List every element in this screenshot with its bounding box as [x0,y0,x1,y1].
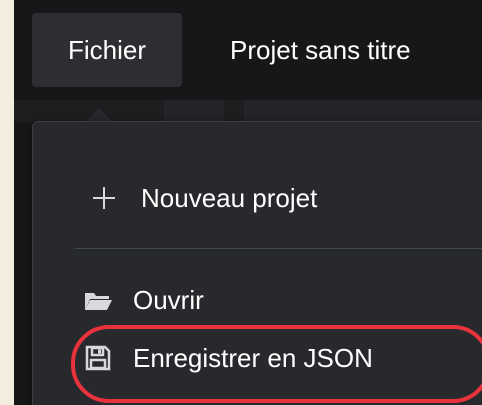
file-menu-button[interactable]: Fichier [32,13,182,87]
toolbar-segment [244,100,482,122]
menu-item-label: Nouveau projet [141,182,318,213]
dropdown-arrow [86,108,112,121]
file-dropdown-menu: Nouveau projet Ouvrir Enregistrer en JSO… [32,121,482,405]
menu-item-label: Ouvrir [133,284,204,315]
plus-icon [89,183,119,213]
save-icon [83,343,113,373]
menu-item-open[interactable]: Ouvrir [33,274,482,326]
project-title[interactable]: Projet sans titre [230,13,411,87]
file-menu-label: Fichier [67,34,146,65]
toolbar-segment [164,100,224,122]
menu-separator [75,248,482,249]
menubar: Fichier Projet sans titre [14,0,482,100]
menu-item-new-project[interactable]: Nouveau projet [33,172,482,224]
toolbar-strip [14,100,482,122]
folder-icon [83,285,113,315]
menu-item-save-json[interactable]: Enregistrer en JSON [33,330,482,386]
app-window: Fichier Projet sans titre Nouveau projet [14,0,482,405]
menu-item-label: Enregistrer en JSON [133,342,373,373]
